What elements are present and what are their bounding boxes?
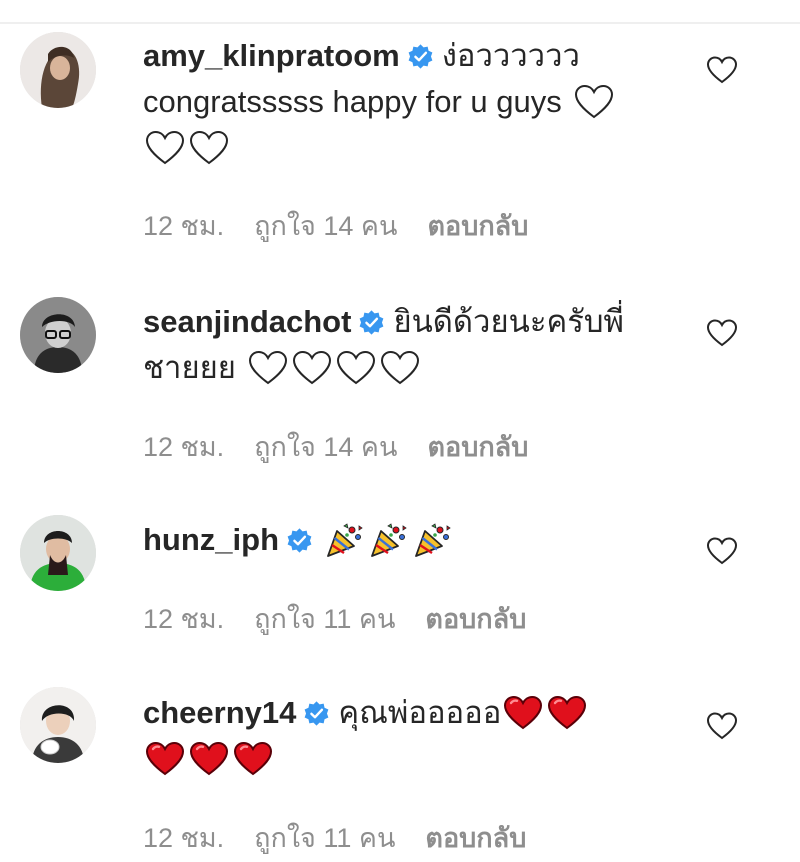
white-heart-icon: [380, 350, 420, 386]
party-popper-icon: [369, 522, 409, 558]
comment-text: congratsssss happy for u guys: [143, 84, 562, 119]
comment-text: ยินดีด้วยนะครับพี่: [393, 304, 624, 339]
username[interactable]: seanjindachot: [143, 299, 351, 345]
verified-badge-icon: [407, 43, 434, 70]
comment-meta: 12 ชม. ถูกใจ 14 คน ตอบกลับ: [143, 204, 528, 247]
avatar[interactable]: [20, 297, 96, 373]
verified-badge-icon: [303, 700, 330, 727]
comment-text: คุณพ่อออออ: [338, 695, 502, 730]
comment-meta: 12 ชม. ถูกใจ 11 คน ตอบกลับ: [143, 816, 526, 859]
comment-meta: 12 ชม. ถูกใจ 11 คน ตอบกลับ: [143, 597, 526, 640]
party-popper-icon: [413, 522, 453, 558]
like-heart-icon[interactable]: [706, 711, 738, 741]
username[interactable]: hunz_iph: [143, 517, 279, 563]
avatar[interactable]: [20, 687, 96, 763]
like-heart-icon[interactable]: [706, 318, 738, 348]
reply-button[interactable]: ตอบกลับ: [427, 204, 528, 247]
comment-likes-count[interactable]: ถูกใจ 14 คน: [254, 204, 397, 247]
white-heart-icon: [292, 350, 332, 386]
comment-text: ชายยย: [143, 350, 236, 385]
red-heart-icon: [233, 741, 273, 777]
comment-time: 12 ชม.: [143, 432, 225, 462]
avatar[interactable]: [20, 32, 96, 108]
comment-time: 12 ชม.: [143, 211, 225, 241]
like-heart-icon[interactable]: [706, 536, 738, 566]
comment-text: ง่อวววววว: [441, 38, 580, 73]
white-heart-icon: [145, 130, 185, 166]
comment-likes-count[interactable]: ถูกใจ 11 คน: [254, 597, 395, 640]
reply-button[interactable]: ตอบกลับ: [425, 816, 526, 859]
red-heart-icon: [189, 741, 229, 777]
white-heart-icon: [574, 84, 614, 120]
avatar[interactable]: [20, 515, 96, 591]
verified-badge-icon: [358, 309, 385, 336]
white-heart-icon: [336, 350, 376, 386]
reply-button[interactable]: ตอบกลับ: [425, 597, 526, 640]
comment-likes-count[interactable]: ถูกใจ 11 คน: [254, 816, 395, 859]
comment-meta: 12 ชม. ถูกใจ 14 คน ตอบกลับ: [143, 425, 528, 468]
username[interactable]: cheerny14: [143, 690, 296, 736]
top-divider: [0, 22, 800, 24]
verified-badge-icon: [286, 527, 313, 554]
username[interactable]: amy_klinpratoom: [143, 33, 400, 79]
party-popper-icon: [325, 522, 365, 558]
red-heart-icon: [145, 741, 185, 777]
comment-time: 12 ชม.: [143, 823, 225, 853]
red-heart-icon: [547, 695, 587, 731]
white-heart-icon: [189, 130, 229, 166]
comment-time: 12 ชม.: [143, 604, 225, 634]
reply-button[interactable]: ตอบกลับ: [427, 425, 528, 468]
comment-likes-count[interactable]: ถูกใจ 14 คน: [254, 425, 397, 468]
like-heart-icon[interactable]: [706, 55, 738, 85]
red-heart-icon: [503, 695, 543, 731]
white-heart-icon: [248, 350, 288, 386]
